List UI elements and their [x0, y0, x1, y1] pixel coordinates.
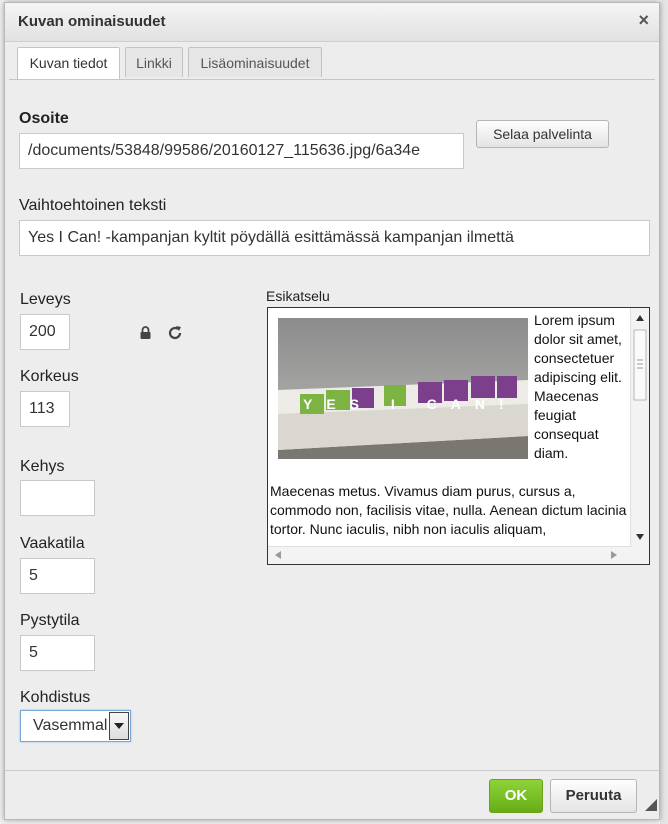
preview-image: YES I CAN! — [278, 318, 528, 459]
align-select[interactable]: Vasemmalle — [20, 710, 131, 742]
border-label: Kehys — [20, 458, 65, 475]
preview-box: YES I CAN! Lorem ipsum dolor sit amet, c… — [267, 307, 650, 565]
tab-link[interactable]: Linkki — [125, 47, 183, 77]
scrollbar-corner — [631, 547, 649, 564]
ok-button[interactable]: OK — [489, 779, 543, 813]
preview-label: Esikatselu — [266, 288, 330, 304]
height-label: Korkeus — [20, 368, 79, 385]
height-input[interactable]: 113 — [20, 391, 70, 427]
hspace-input[interactable]: 5 — [20, 558, 95, 594]
close-icon[interactable]: × — [638, 10, 649, 31]
preview-side-text: Lorem ipsum dolor sit amet, consectetuer… — [534, 312, 622, 461]
lock-icon[interactable] — [139, 326, 152, 340]
browse-server-button[interactable]: Selaa palvelinta — [476, 120, 609, 148]
dialog-title: Kuvan ominaisuudet — [18, 13, 166, 30]
align-select-value: Vasemmalle — [33, 717, 107, 734]
image-properties-dialog: Kuvan ominaisuudet × Kuvan tiedot Linkki… — [4, 2, 660, 820]
vspace-label: Pystytila — [20, 612, 80, 629]
dialog-titlebar[interactable]: Kuvan ominaisuudet × — [5, 3, 659, 42]
dropdown-arrow-icon[interactable] — [109, 712, 129, 740]
preview-horizontal-scrollbar[interactable] — [268, 546, 632, 564]
alt-text-input[interactable]: Yes I Can! -kampanjan kyltit pöydällä es… — [19, 220, 650, 256]
cancel-button[interactable]: Peruuta — [550, 779, 637, 813]
url-input[interactable]: /documents/53848/99586/20160127_115636.j… — [19, 133, 464, 169]
hspace-label: Vaakatila — [20, 535, 85, 552]
dialog-footer-divider — [5, 770, 659, 771]
width-input[interactable]: 200 — [20, 314, 70, 350]
tab-divider — [9, 79, 655, 80]
tab-advanced[interactable]: Lisäominaisuudet — [188, 47, 322, 77]
tab-image-info[interactable]: Kuvan tiedot — [17, 47, 120, 80]
preview-vertical-scrollbar[interactable] — [630, 308, 649, 548]
preview-image-sign-text: YES I CAN! — [303, 396, 518, 412]
url-label: Osoite — [19, 110, 69, 127]
alt-text-label: Vaihtoehtoinen teksti — [19, 197, 167, 214]
align-label: Kohdistus — [20, 689, 91, 706]
vspace-input[interactable]: 5 — [20, 635, 95, 671]
background-page-strip — [660, 0, 668, 824]
border-input[interactable] — [20, 480, 95, 516]
reset-size-icon[interactable] — [167, 325, 183, 341]
preview-bottom-text: Maecenas metus. Vivamus diam purus, curs… — [270, 483, 627, 537]
width-label: Leveys — [20, 291, 71, 308]
resize-grip-icon[interactable] — [645, 799, 657, 811]
